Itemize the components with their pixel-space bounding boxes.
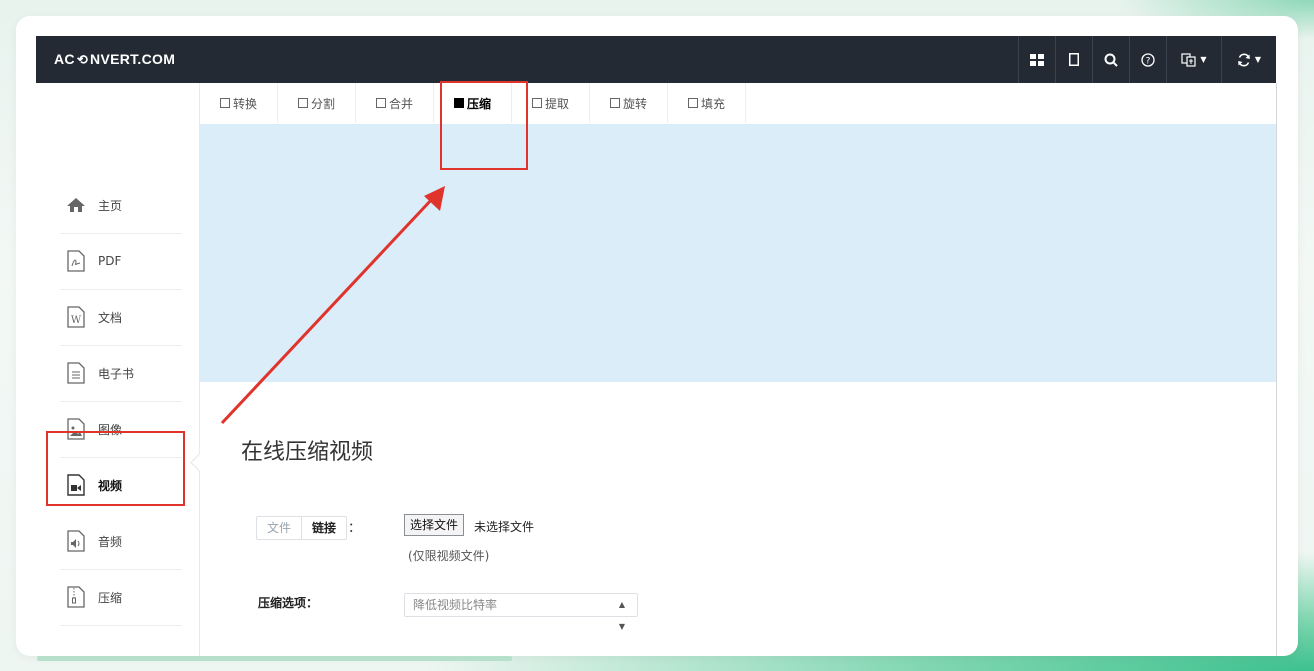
annotation-arrow xyxy=(220,186,445,425)
